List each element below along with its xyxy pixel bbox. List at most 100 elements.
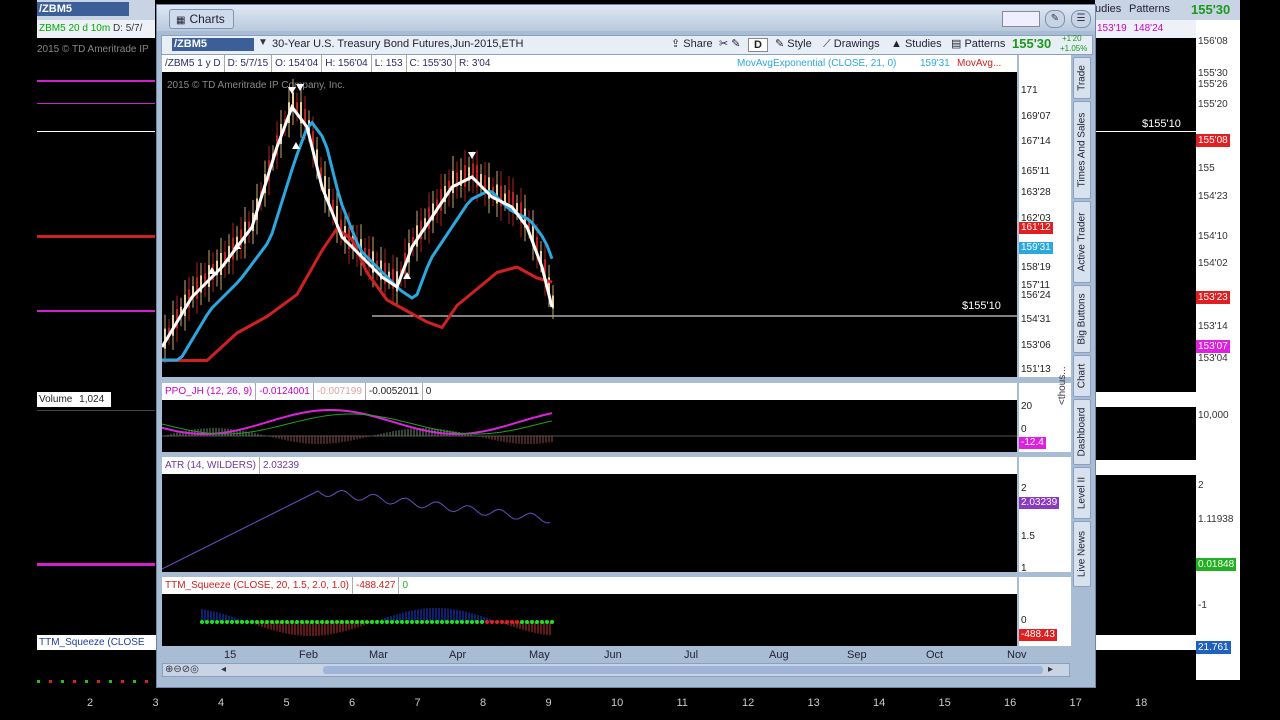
- atr-panel[interactable]: [161, 474, 1017, 572]
- studies-button[interactable]: ▲ Studies: [888, 37, 945, 52]
- chart-scrollbar[interactable]: ⊕⊖⊘◎ ◂ ▸: [162, 663, 1070, 677]
- side-tab-live-news[interactable]: Live News: [1073, 521, 1091, 587]
- bg-volume-value: 1,024: [79, 394, 105, 405]
- side-tab-times-and-sales[interactable]: Times And Sales: [1073, 101, 1091, 199]
- ttm-badge: -488.43: [1019, 629, 1057, 641]
- scrollbar-thumb[interactable]: [323, 666, 1043, 674]
- grid-icon: ▦: [176, 15, 186, 26]
- price-panel-header: /ZBM5 1 y D D: 5/7/15 O: 154'04 H: 156'04 L:…: [162, 55, 1017, 72]
- price-change-pct: +1.05%: [1060, 44, 1088, 53]
- time-axis-label: Sep: [847, 649, 867, 661]
- ttm-squeeze-dot: [290, 620, 294, 624]
- ttm-axis: 0 -488.43: [1019, 577, 1071, 646]
- style-button[interactable]: ✎ Style: [772, 37, 815, 52]
- bg-bottom-axis: 2 3 4 5 6 7 8 9 10 11 12 13 14 15 16 17 18: [37, 697, 1240, 711]
- price-chart[interactable]: 2015 © TD Ameritrade IP Company, Inc. $1…: [162, 72, 1017, 377]
- window-color-button[interactable]: [1002, 11, 1040, 27]
- price-axis-label: 165'11: [1021, 166, 1050, 177]
- bg-left-symbol[interactable]: /ZBM5: [37, 2, 129, 16]
- bg-right-panel: [1095, 635, 1196, 650]
- atr-axis-label: 1.5: [1021, 531, 1035, 542]
- ppo-panel[interactable]: [161, 400, 1017, 452]
- bg-right-studies[interactable]: udies: [1095, 3, 1121, 15]
- ttm-squeeze-dot: [280, 620, 284, 624]
- price-chart-svg: [162, 78, 1017, 363]
- bg-line: [37, 103, 155, 104]
- price-axis-label: 163'28: [1021, 187, 1051, 198]
- scroll-right-icon[interactable]: ▸: [1048, 664, 1053, 675]
- share-button[interactable]: ⇪ Share: [668, 37, 716, 52]
- bg-badge: 153'07: [1196, 340, 1230, 353]
- drawings-button[interactable]: ⟋ Drawings: [820, 37, 883, 52]
- bg-ttm-label: TTM_Squeeze (CLOSE: [37, 635, 159, 650]
- bg-volume-text: Volume: [39, 394, 73, 405]
- pin-icon[interactable]: ✎: [1045, 10, 1065, 28]
- menu-icon[interactable]: ☰: [1071, 10, 1091, 28]
- ttm-squeeze-dot: [365, 620, 369, 624]
- bg-left-header-text: ZBM5 20 d 10m: [39, 23, 111, 34]
- patterns-button[interactable]: ▤ Patterns: [948, 37, 1008, 52]
- time-axis[interactable]: 15 Feb Mar Apr May Jun Jul Aug Sep Oct Nov: [162, 647, 1027, 663]
- zoom-icons[interactable]: ⊕⊖⊘◎: [165, 664, 199, 675]
- scroll-left-icon[interactable]: ◂: [221, 664, 226, 675]
- ema-study-value: 159'31: [920, 58, 950, 69]
- signal-arrow-icon: [296, 84, 304, 91]
- ppo-value-4: 0: [421, 383, 435, 400]
- bg-right-v2: 148'24: [1133, 23, 1164, 34]
- bg-bottom-axis-label: 5: [283, 697, 290, 709]
- side-tab-big-buttons[interactable]: Big Buttons: [1073, 285, 1091, 353]
- bg-line: [37, 563, 155, 566]
- ttm-squeeze-dot: [405, 620, 409, 624]
- style-label: Style: [787, 38, 812, 50]
- bg-left-subheader: ZBM5 20 d 10m D: 5/7/: [37, 20, 155, 38]
- ttm-squeeze-dot: [475, 620, 479, 624]
- bg-bottom-axis-label: 13: [807, 697, 820, 709]
- bg-bottom-axis-label: 10: [611, 697, 624, 709]
- ttm-label[interactable]: TTM_Squeeze (CLOSE, 20, 1.5, 2.0, 1.0): [162, 577, 352, 594]
- side-tab-chart[interactable]: Chart: [1073, 355, 1091, 397]
- bg-badge: 153'23: [1196, 291, 1230, 304]
- atr-value: 2.03239: [258, 457, 302, 474]
- side-tab-label: Active Trader: [1076, 212, 1088, 272]
- ppo-label[interactable]: PPO_JH (12, 26, 9): [162, 383, 255, 400]
- atr-badge: 2.03239: [1019, 497, 1060, 509]
- ohlc-close: C: 155'30: [405, 55, 456, 72]
- side-tab-trade[interactable]: Trade: [1073, 57, 1091, 99]
- ttm-squeeze-dot: [420, 620, 424, 624]
- ttm-panel[interactable]: [162, 594, 1017, 646]
- ttm-squeeze-dot: [375, 620, 379, 624]
- studies-icon: ▲: [891, 38, 905, 50]
- axis-label: 156'08: [1198, 36, 1228, 47]
- ttm-squeeze-dot: [435, 620, 439, 624]
- chart-symbol-period[interactable]: /ZBM5 1 y D: [162, 55, 224, 72]
- bg-badge: 155'08: [1196, 134, 1230, 147]
- bg-right-patterns[interactable]: Patterns: [1129, 3, 1170, 15]
- ttm-squeeze-dot: [220, 620, 224, 624]
- window-title-tab[interactable]: ▦ Charts: [169, 9, 234, 29]
- symbol-input[interactable]: /ZBM5: [172, 38, 254, 51]
- side-tab-dashboard[interactable]: Dashboard: [1073, 399, 1091, 465]
- axis-label: 154'23: [1198, 191, 1228, 202]
- bg-right-panel: [1095, 460, 1196, 475]
- ttm-squeeze-dot: [480, 620, 484, 624]
- ttm-squeeze-dot: [495, 620, 499, 624]
- time-axis-label: May: [529, 649, 550, 661]
- bg-bottom-axis-label: 16: [1004, 697, 1017, 709]
- price-axis[interactable]: 171 169'07 167'14 165'11 163'28 162'03 1…: [1019, 55, 1071, 377]
- symbol-dropdown-icon[interactable]: ▼: [258, 37, 268, 48]
- side-tab-label: Live News: [1076, 530, 1088, 578]
- tools-icon[interactable]: ✂ ✎: [716, 37, 744, 52]
- d-button[interactable]: D: [748, 38, 768, 52]
- price-axis-label: 158'19: [1021, 262, 1051, 273]
- bg-right-priceline: [1095, 131, 1196, 132]
- time-axis-label: 15: [224, 649, 237, 661]
- side-tab-active-trader[interactable]: Active Trader: [1073, 201, 1091, 283]
- side-tab-level-ii[interactable]: Level II: [1073, 467, 1091, 519]
- ema-study-label[interactable]: MovAvgExponential (CLOSE, 21, 0): [737, 55, 896, 72]
- axis-label: 153'14: [1198, 321, 1228, 332]
- window-titlebar[interactable]: ▦ Charts ✎ ☰: [157, 5, 1095, 31]
- ttm-squeeze-dot: [345, 620, 349, 624]
- atr-label[interactable]: ATR (14, WILDERS): [162, 457, 259, 474]
- ma-study-label[interactable]: MovAvg...: [957, 55, 1001, 72]
- candle-body: [452, 171, 454, 193]
